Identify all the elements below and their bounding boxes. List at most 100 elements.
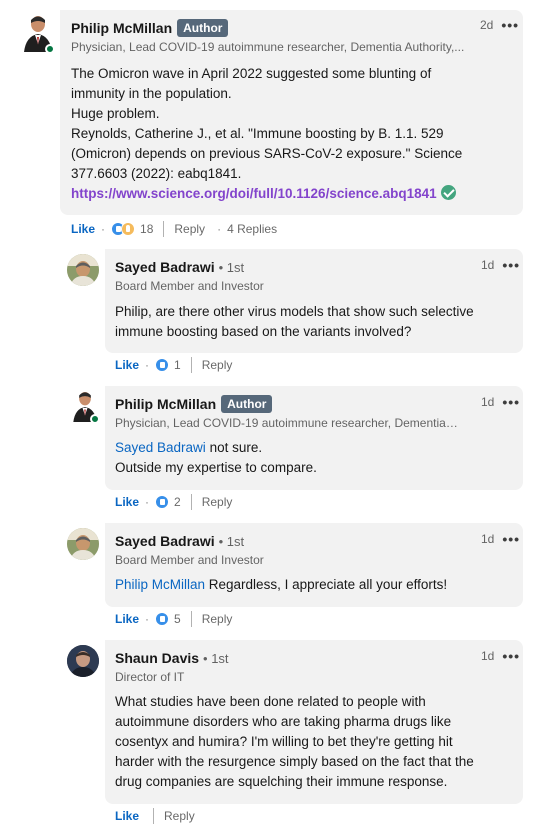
comment-text: Philip, are there other virus models tha… — [115, 302, 474, 342]
separator-dot: · — [145, 495, 150, 509]
author-name[interactable]: Philip McMillan — [115, 396, 216, 412]
comment-actions: Like · 1 Reply — [115, 357, 232, 373]
link-line: https://www.science.org/doi/full/10.1126… — [71, 184, 462, 204]
avatar[interactable] — [67, 254, 99, 286]
author-name[interactable]: Sayed Badrawi — [115, 533, 215, 549]
more-options-icon[interactable]: ••• — [502, 257, 520, 273]
author-headline: Board Member and Investor — [115, 553, 264, 567]
comment-text-rest: not sure. — [205, 440, 263, 455]
like-reaction-icon[interactable] — [155, 358, 170, 372]
mention-link[interactable]: Sayed Badrawi — [115, 440, 206, 455]
online-status-icon — [45, 44, 55, 54]
article-link[interactable]: https://www.science.org/doi/full/10.1126… — [71, 186, 437, 201]
person-photo-icon — [67, 645, 99, 677]
comment-text: Philip McMillan Regardless, I appreciate… — [115, 575, 447, 595]
reply-sayed-1: Sayed Badrawi • 1st Board Member and Inv… — [0, 245, 540, 382]
comment-meta: 2d ••• — [480, 17, 519, 33]
comment-meta: 1d ••• — [481, 648, 520, 664]
like-reaction-icon[interactable] — [155, 495, 170, 509]
comment-line: Reynolds, Catherine J., et al. "Immune b… — [71, 126, 444, 141]
reaction-count[interactable]: 2 — [174, 495, 181, 509]
online-status-icon — [90, 414, 100, 424]
replies-count-link[interactable]: 4 Replies — [227, 222, 277, 236]
connection-degree: • 1st — [203, 650, 229, 666]
reply-button[interactable]: Reply — [202, 495, 233, 509]
comment-line: What studies have been done related to p… — [115, 694, 426, 709]
author-headline: Director of IT — [115, 670, 185, 684]
comment-line: autoimmune disorders who are taking phar… — [115, 714, 452, 729]
author-headline: Board Member and Investor — [115, 279, 264, 293]
comment-line: cosentyx and humira? I'm willing to bet … — [115, 734, 453, 749]
comment-line: Huge problem. — [71, 106, 160, 121]
comment-text: The Omicron wave in April 2022 suggested… — [71, 64, 462, 204]
like-button[interactable]: Like — [115, 612, 139, 626]
author-badge: Author — [221, 395, 273, 413]
timestamp: 1d — [481, 649, 495, 663]
separator-dot: · — [145, 612, 150, 626]
like-button[interactable]: Like — [115, 495, 139, 509]
comment-text-rest: Regardless, I appreciate all your effort… — [205, 577, 448, 592]
comment-meta: 1d ••• — [481, 257, 520, 273]
separator-dot: · — [145, 358, 150, 372]
more-options-icon[interactable]: ••• — [502, 648, 520, 664]
verified-check-icon — [440, 185, 456, 200]
timestamp: 1d — [481, 395, 495, 409]
comment-line: drug companies are squelching their immu… — [115, 774, 448, 789]
connection-degree: • 1st — [218, 533, 245, 549]
timestamp: 1d — [481, 532, 495, 546]
divider — [190, 494, 192, 510]
author-name[interactable]: Sayed Badrawi — [115, 259, 215, 275]
mention-link[interactable]: Philip McMillan — [115, 577, 205, 592]
comment-philip-1: Philip McMillan Author Physician, Lead C… — [0, 0, 540, 245]
author-badge: Author — [177, 19, 229, 37]
author-row: Philip McMillan Author — [71, 19, 229, 37]
separator-dot: · — [217, 222, 222, 236]
comment-line: Sayed Badrawi not sure. — [115, 438, 317, 458]
author-headline: Physician, Lead COVID-19 autoimmune rese… — [71, 40, 465, 54]
more-options-icon[interactable]: ••• — [501, 17, 519, 33]
separator-dot: · — [101, 222, 106, 236]
comment-actions: Like · 2 Reply — [115, 494, 232, 510]
divider — [163, 221, 165, 237]
divider — [190, 357, 192, 373]
timestamp: 2d — [480, 18, 494, 32]
comment-line: harder with the resurgence simply based … — [115, 754, 474, 769]
reaction-count[interactable]: 18 — [140, 222, 153, 236]
comment-actions: Like · 5 Reply — [115, 611, 232, 627]
more-options-icon[interactable]: ••• — [502, 531, 520, 547]
more-options-icon[interactable]: ••• — [502, 394, 520, 410]
reaction-count[interactable]: 5 — [174, 612, 181, 626]
comment-meta: 1d ••• — [481, 531, 520, 547]
person-photo-icon — [67, 254, 99, 286]
reply-button[interactable]: Reply — [174, 222, 205, 236]
author-name[interactable]: Philip McMillan — [71, 20, 172, 36]
like-reaction-icon[interactable] — [155, 612, 170, 626]
comment-line: (Omicron) depends on previous SARS-CoV-2… — [71, 146, 463, 161]
reply-button[interactable]: Reply — [202, 358, 233, 372]
like-button[interactable]: Like — [71, 222, 95, 236]
reply-philip-2: Philip McMillan Author Physician, Lead C… — [0, 382, 540, 519]
comment-line: Philip McMillan Regardless, I appreciate… — [115, 575, 447, 595]
divider — [153, 808, 155, 824]
avatar[interactable] — [67, 645, 99, 677]
author-row: Shaun Davis • 1st — [115, 650, 229, 666]
reply-button[interactable]: Reply — [202, 612, 233, 626]
author-name[interactable]: Shaun Davis — [115, 650, 199, 666]
reply-shaun: Shaun Davis • 1st Director of IT 1d ••• … — [0, 636, 540, 830]
avatar[interactable] — [67, 528, 99, 560]
comment-actions: Like Reply — [115, 808, 195, 824]
comment-text: Sayed Badrawi not sure. Outside my exper… — [115, 438, 317, 478]
comment-line: 377.6603 (2022): eabq1841. — [71, 166, 242, 181]
comment-text: What studies have been done related to p… — [115, 692, 474, 792]
like-button[interactable]: Like — [115, 809, 139, 823]
divider — [190, 611, 192, 627]
reaction-count[interactable]: 1 — [174, 358, 181, 372]
connection-degree: • 1st — [218, 259, 245, 275]
person-photo-icon — [67, 528, 99, 560]
author-row: Philip McMillan Author — [115, 395, 273, 413]
insightful-reaction-icon[interactable] — [121, 222, 136, 236]
comment-actions: Like · 18 Reply · 4 Replies — [71, 221, 277, 237]
like-button[interactable]: Like — [115, 358, 139, 372]
comment-line: immunity in the population. — [71, 86, 232, 101]
reply-button[interactable]: Reply — [164, 809, 195, 823]
